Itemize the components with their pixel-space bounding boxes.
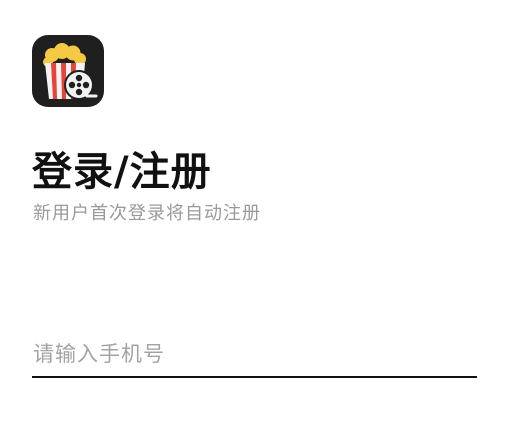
app-logo [32,35,104,107]
popcorn-film-reel-icon [43,43,98,100]
phone-number-input[interactable] [32,332,477,378]
login-screen: 登录/注册 新用户首次登录将自动注册 [0,0,511,431]
page-title: 登录/注册 [32,149,212,195]
page-subtitle: 新用户首次登录将自动注册 [33,203,261,224]
